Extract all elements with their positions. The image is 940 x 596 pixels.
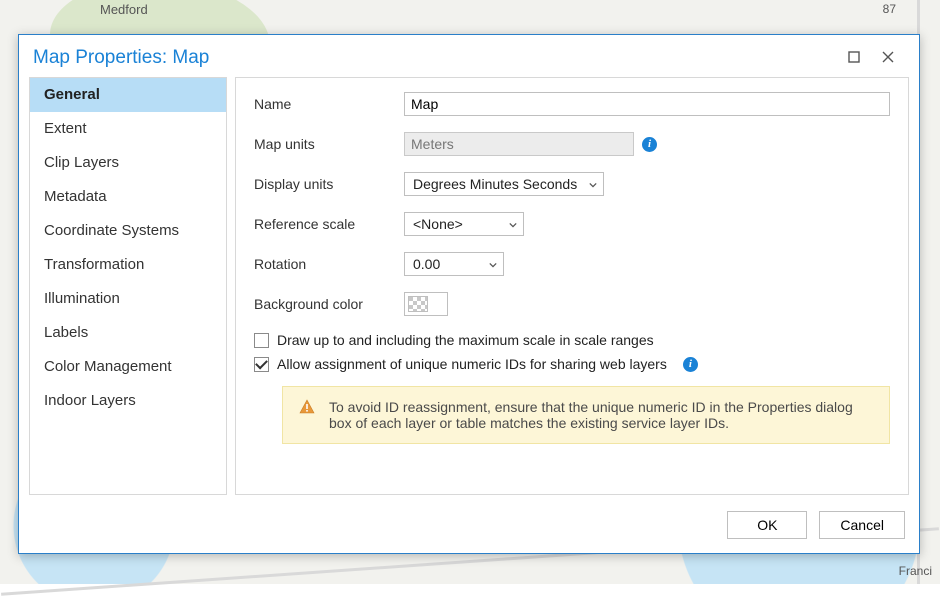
sidebar-item-illumination[interactable]: Illumination [30,282,226,316]
general-panel: Name Map units i Display units Degrees M… [235,77,909,495]
map-properties-dialog: Map Properties: Map General Extent Clip … [18,34,920,554]
sidebar-item-extent[interactable]: Extent [30,112,226,146]
draw-max-scale-label: Draw up to and including the maximum sca… [277,332,654,348]
cancel-button[interactable]: Cancel [819,511,905,539]
name-label: Name [254,96,404,112]
display-units-label: Display units [254,176,404,192]
rotation-value: 0.00 [413,256,440,272]
background-color-label: Background color [254,296,404,312]
dialog-footer: OK Cancel [19,501,919,553]
id-warning-text: To avoid ID reassignment, ensure that th… [329,399,873,431]
maximize-button[interactable] [837,44,871,72]
rotation-field[interactable]: 0.00 [404,252,504,276]
draw-max-scale-checkbox[interactable] [254,333,269,348]
reference-scale-value: <None> [413,216,463,232]
bg-city-label: Franci [899,564,932,578]
map-units-label: Map units [254,136,404,152]
sidebar-item-coordinate-systems[interactable]: Coordinate Systems [30,214,226,248]
info-icon[interactable]: i [642,137,657,152]
allow-unique-ids-checkbox[interactable] [254,357,269,372]
reference-scale-label: Reference scale [254,216,404,232]
properties-sidebar: General Extent Clip Layers Metadata Coor… [29,77,227,495]
ok-button[interactable]: OK [727,511,807,539]
sidebar-item-metadata[interactable]: Metadata [30,180,226,214]
titlebar: Map Properties: Map [19,35,919,77]
bg-route-label: 87 [883,2,896,16]
sidebar-item-indoor-layers[interactable]: Indoor Layers [30,384,226,418]
reference-scale-select[interactable]: <None> [404,212,524,236]
chevron-down-icon [489,256,497,272]
warning-icon [299,399,315,418]
background-color-picker[interactable] [404,292,448,316]
close-button[interactable] [871,44,905,72]
sidebar-item-color-management[interactable]: Color Management [30,350,226,384]
rotation-label: Rotation [254,256,404,272]
dialog-title: Map Properties: Map [33,47,837,69]
chevron-down-icon [509,216,517,232]
sidebar-item-labels[interactable]: Labels [30,316,226,350]
id-warning-box: To avoid ID reassignment, ensure that th… [282,386,890,444]
display-units-select[interactable]: Degrees Minutes Seconds [404,172,604,196]
map-units-field [404,132,634,156]
transparent-swatch-icon [408,296,428,312]
maximize-icon [848,50,860,66]
display-units-value: Degrees Minutes Seconds [413,176,577,192]
sidebar-item-clip-layers[interactable]: Clip Layers [30,146,226,180]
chevron-down-icon [589,176,597,192]
allow-unique-ids-label: Allow assignment of unique numeric IDs f… [277,356,667,372]
name-field[interactable] [404,92,890,116]
info-icon[interactable]: i [683,357,698,372]
sidebar-item-general[interactable]: General [30,78,226,112]
close-icon [882,50,894,66]
sidebar-item-transformation[interactable]: Transformation [30,248,226,282]
